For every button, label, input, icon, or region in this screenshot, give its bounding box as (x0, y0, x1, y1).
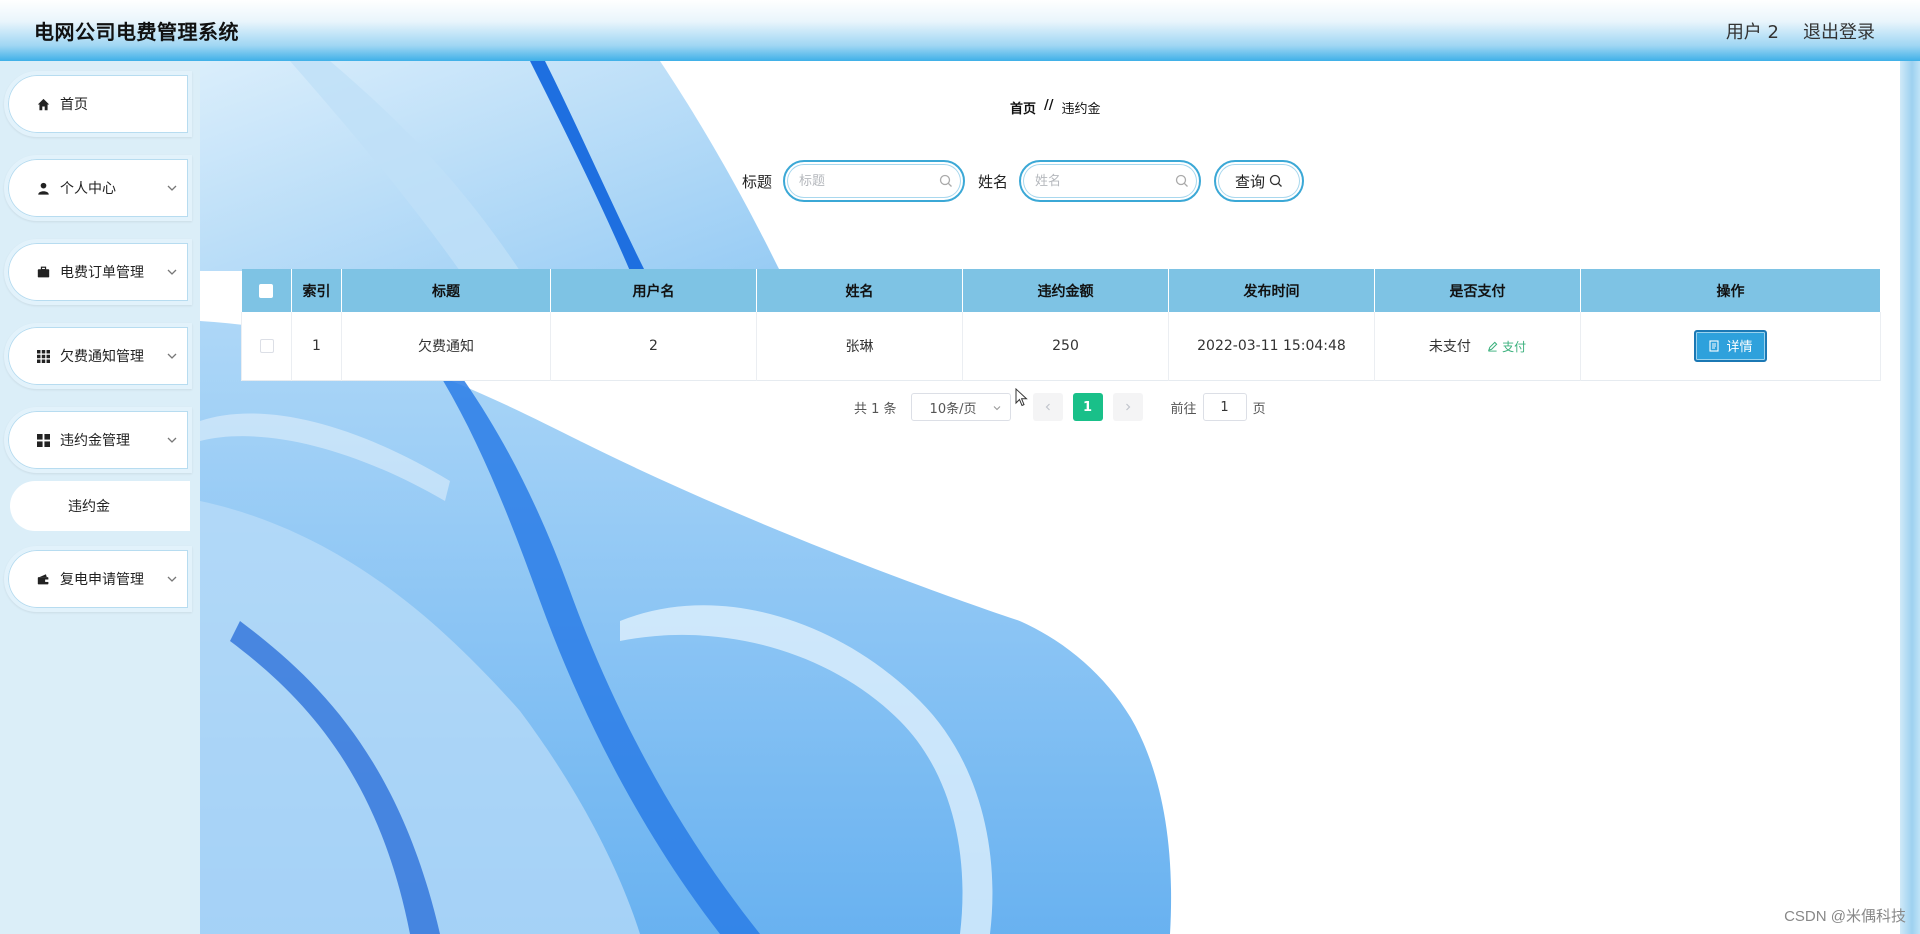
breadcrumb-home[interactable]: 首页 (1010, 98, 1036, 117)
prev-page-button[interactable] (1032, 393, 1063, 421)
page-suffix: 页 (1252, 401, 1266, 417)
chevron-down-icon (167, 353, 177, 359)
sidebar-item-personal-center[interactable]: 个人中心 (4, 155, 192, 221)
briefcase-icon (36, 265, 50, 279)
sidebar-item-label: 首页 (60, 97, 88, 113)
detail-button[interactable]: 详情 (1694, 329, 1767, 362)
sidebar-item-label: 复电申请管理 (60, 572, 144, 588)
sidebar-item-bill-orders[interactable]: 电费订单管理 (4, 239, 192, 305)
chevron-right-icon (1125, 403, 1130, 411)
sidebar-subitem-penalty[interactable]: 违约金 (10, 481, 190, 531)
row-select-cell (241, 312, 292, 380)
breadcrumb-current: 违约金 (1061, 102, 1101, 117)
title-search-field (783, 160, 966, 202)
query-button-label: 查询 (1235, 172, 1266, 191)
chevron-left-icon (1045, 403, 1050, 411)
sidebar-item-home[interactable]: 首页 (4, 71, 192, 137)
chevron-down-icon (993, 406, 1000, 411)
chevron-down-icon (167, 437, 177, 443)
select-all-header (241, 269, 292, 312)
name-search-label: 姓名 (978, 172, 1009, 191)
column-header: 操作 (1580, 269, 1881, 312)
user-area: 用户 2 退出登录 (1726, 18, 1875, 44)
edit-icon (1488, 341, 1498, 352)
table-header-row: 索引 标题 用户名 姓名 违约金额 发布时间 是否支付 操作 (241, 269, 1881, 312)
breadcrumb-separator: // (1044, 98, 1054, 113)
sidebar-item-penalty[interactable]: 违约金管理 (4, 407, 192, 473)
select-all-checkbox[interactable] (259, 283, 274, 298)
chevron-down-icon (167, 269, 177, 275)
cell-title: 欠费通知 (341, 312, 551, 380)
sidebar-item-reconnection[interactable]: 复电申请管理 (4, 546, 192, 612)
pagination: 共 1 条 10条/页 1 前往 页 (854, 393, 1266, 421)
user-icon (36, 181, 50, 195)
document-icon (1709, 340, 1720, 352)
page-size-value: 10条/页 (929, 401, 977, 417)
column-header: 姓名 (756, 269, 963, 312)
cell-paid-status: 未支付 支付 (1374, 312, 1581, 380)
apps-icon (36, 433, 50, 447)
search-icon (1175, 174, 1188, 187)
chevron-down-icon (167, 185, 177, 191)
home-icon (36, 97, 50, 111)
page-size-select[interactable]: 10条/页 (910, 393, 1011, 421)
cell-index: 1 (291, 312, 342, 380)
top-bar: 电网公司电费管理系统 用户 2 退出登录 (0, 0, 1920, 61)
penalty-table: 索引 标题 用户名 姓名 违约金额 发布时间 是否支付 操作 1 欠费通知 2 … (241, 269, 1881, 381)
sidebar-item-label: 违约金管理 (60, 433, 130, 449)
next-page-button[interactable] (1112, 393, 1143, 421)
grid-icon (36, 349, 50, 363)
query-button[interactable]: 查询 (1214, 160, 1305, 202)
search-icon (1269, 174, 1282, 187)
column-header: 用户名 (550, 269, 757, 312)
wallet-icon (36, 572, 50, 586)
total-count: 共 1 条 (854, 401, 897, 417)
column-header: 索引 (291, 269, 342, 312)
table-row: 1 欠费通知 2 张琳 250 2022-03-11 15:04:48 未支付 … (241, 312, 1881, 380)
search-bar: 标题 姓名 查询 (742, 160, 1305, 202)
goto-label: 前往 (1170, 401, 1197, 417)
page-number-button[interactable]: 1 (1072, 393, 1103, 421)
column-header: 违约金额 (962, 269, 1169, 312)
pay-link-label: 支付 (1502, 339, 1527, 354)
name-search-input[interactable] (1021, 162, 1172, 200)
title-search-label: 标题 (742, 172, 773, 191)
watermark: CSDN @米偶科技 (1784, 908, 1906, 925)
search-icon (939, 174, 952, 187)
cell-amount: 250 (962, 312, 1169, 380)
sidebar-item-label: 电费订单管理 (60, 265, 144, 281)
breadcrumb: 首页 // 违约金 (1010, 98, 1101, 117)
current-user-label[interactable]: 用户 2 (1726, 18, 1779, 44)
chevron-down-icon (167, 576, 177, 582)
title-search-input[interactable] (785, 162, 936, 200)
cell-name: 张琳 (756, 312, 963, 380)
column-header: 是否支付 (1374, 269, 1581, 312)
row-checkbox[interactable] (259, 338, 274, 353)
detail-button-label: 详情 (1726, 340, 1753, 356)
cell-username: 2 (550, 312, 757, 380)
app-title: 电网公司电费管理系统 (34, 20, 239, 44)
cell-published: 2022-03-11 15:04:48 (1168, 312, 1375, 380)
column-header: 标题 (341, 269, 551, 312)
pay-link[interactable]: 支付 (1487, 340, 1526, 354)
sidebar-item-arrears-notice[interactable]: 欠费通知管理 (4, 323, 192, 389)
name-search-field (1019, 160, 1202, 202)
sidebar-item-label: 欠费通知管理 (60, 349, 144, 365)
paid-status-text: 未支付 (1428, 338, 1471, 355)
logout-button[interactable]: 退出登录 (1803, 18, 1875, 44)
sidebar-item-label: 个人中心 (60, 181, 116, 197)
cell-actions: 详情 (1580, 312, 1881, 380)
right-edge-strip (1900, 61, 1920, 934)
goto-page-input[interactable] (1202, 393, 1247, 421)
mouse-cursor-icon (1015, 388, 1028, 407)
column-header: 发布时间 (1168, 269, 1375, 312)
sidebar: 首页 个人中心 电费订单管理 欠费通知管理 违约金管理 违约金 复电申请管理 (0, 61, 200, 934)
